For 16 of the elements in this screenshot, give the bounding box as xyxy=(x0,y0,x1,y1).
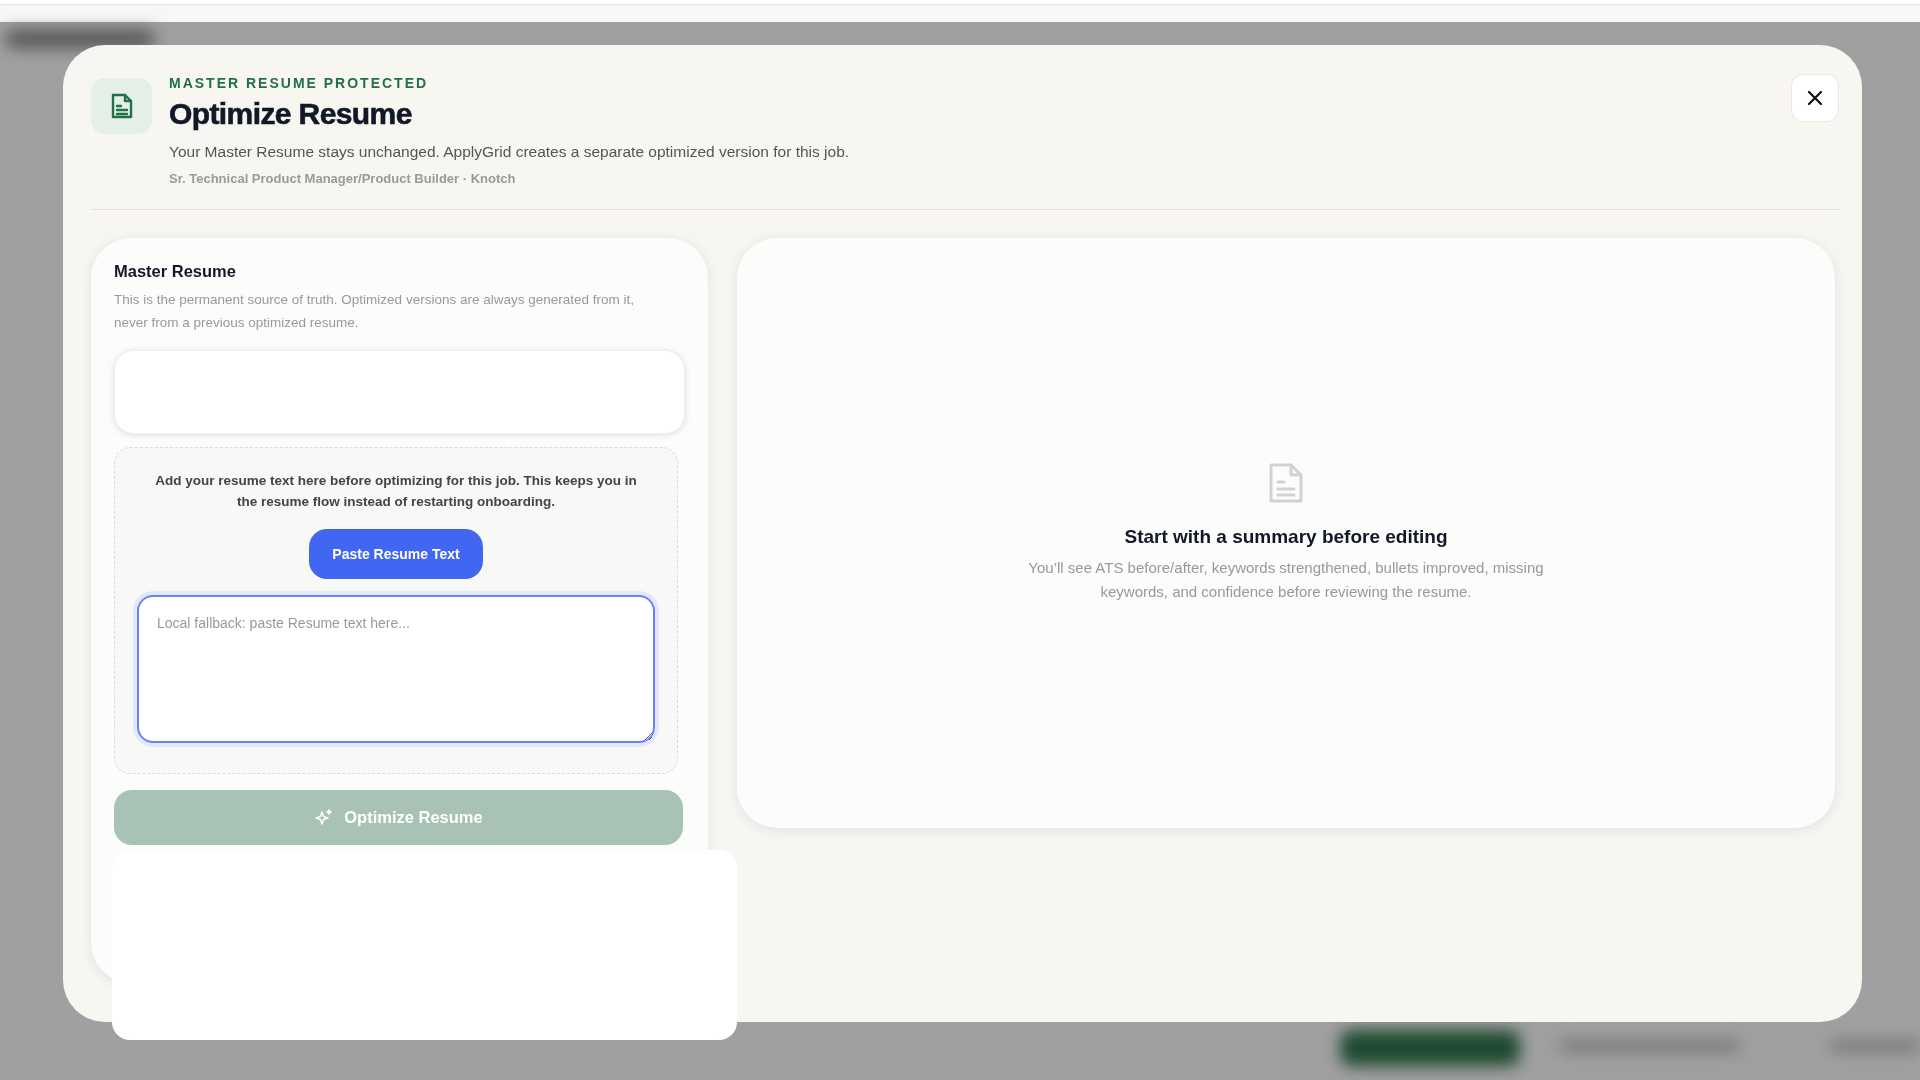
dialog-subtitle: Your Master Resume stays unchanged. ApplyGrid creates a separate optimized version for this job. xyxy=(169,143,851,161)
paste-resume-button[interactable]: Paste Resume Text xyxy=(309,529,483,579)
card-description: This is the permanent source of truth. Optimized versions are always generated from it, never from a previous optimized resume. xyxy=(114,291,635,332)
document-icon xyxy=(1268,462,1304,504)
close-icon xyxy=(1806,89,1824,107)
eyebrow-label: MASTER RESUME PROTECTED xyxy=(169,75,430,91)
sparkle-icon xyxy=(314,807,335,828)
close-button[interactable] xyxy=(1791,74,1839,122)
summary-title: Start with a summary before editing xyxy=(1124,526,1448,548)
resume-text-field[interactable]: Local fallback: paste Resume text here... xyxy=(137,595,655,743)
job-line: Sr. Technical Product Manager/Product Builder · Knotch xyxy=(169,171,517,186)
card-title: Master Resume xyxy=(114,262,237,281)
dialog-title: Optimize Resume xyxy=(169,97,413,131)
document-icon xyxy=(91,78,152,134)
prompt-text: Add your resume text here before optimizing for this job. This keeps you in the resume flow instead of restarting onboarding. xyxy=(154,472,638,511)
summary-description: You’ll see ATS before/after, keywords strengthened, bullets improved, missing keywords, and confidence before reviewing the resume. xyxy=(1027,558,1545,602)
